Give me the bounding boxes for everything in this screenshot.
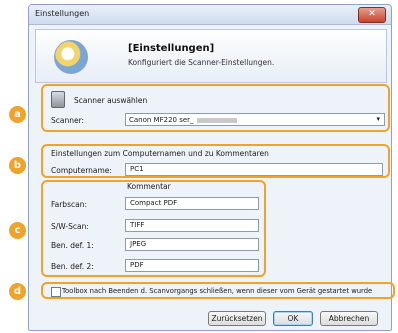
window-title: Einstellungen (35, 9, 90, 18)
scanner-icon (51, 91, 65, 108)
chevron-down-icon: ▾ (376, 115, 380, 123)
comment-input-custom-1[interactable]: JPEG (125, 238, 259, 251)
callout-c: c (9, 222, 26, 239)
callout-d: d (9, 283, 26, 300)
dialog-header: [Einstellungen] Konfiguriert die Scanner… (35, 29, 387, 83)
comment-input-color-scan[interactable]: Compact PDF (125, 197, 259, 210)
comment-input-bw-scan[interactable]: TIFF (125, 219, 259, 232)
comment-row-label: Ben. def. 2: (51, 262, 94, 271)
scanner-select[interactable]: Canon MF220 ser_ ▾ (125, 113, 385, 126)
close-button[interactable]: ✕ (358, 7, 386, 23)
callout-b: b (9, 157, 26, 174)
scanner-label: Scanner: (51, 116, 85, 125)
title-bar: Einstellungen ✕ (29, 5, 391, 25)
comment-row-label: Farbscan: (51, 200, 87, 209)
header-title: [Einstellungen] (128, 43, 215, 54)
computer-section-heading: Einstellungen zum Computernamen und zu K… (51, 149, 269, 158)
comment-column-header: Kommentar (127, 182, 171, 191)
scanner-select-value: Canon MF220 ser_ (129, 116, 194, 124)
comment-row-label: Ben. def. 1: (51, 241, 94, 250)
reset-button[interactable]: Zurücksetzen (208, 311, 266, 326)
redacted-model-suffix (196, 117, 237, 123)
header-subtitle: Konfiguriert die Scanner-Einstellungen. (128, 58, 275, 67)
cancel-button[interactable]: Abbrechen (320, 311, 378, 326)
computer-name-input[interactable]: PC1 (125, 163, 383, 176)
toolbox-close-checkbox[interactable] (51, 287, 61, 297)
toolbox-close-label: Toolbox nach Beenden d. Scanvorgangs sch… (62, 287, 373, 295)
computer-name-label: Computername: (51, 166, 112, 175)
comment-row-label: S/W-Scan: (51, 222, 89, 231)
scanner-settings-icon (54, 40, 88, 74)
scanner-heading: Scanner auswählen (74, 96, 148, 105)
comment-input-custom-2[interactable]: PDF (125, 259, 259, 272)
callout-a: a (9, 106, 26, 123)
ok-button[interactable]: OK (273, 311, 313, 326)
